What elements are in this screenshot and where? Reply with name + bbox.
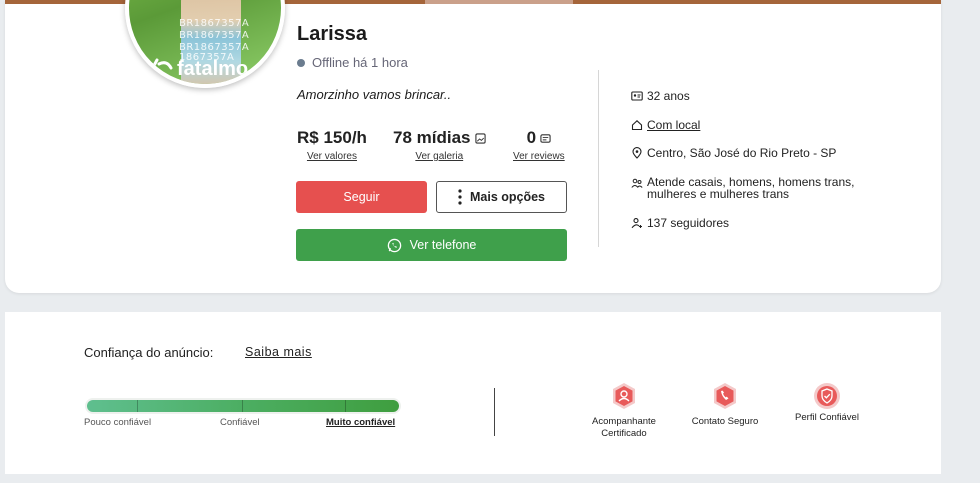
- info-age: 32 anos: [631, 89, 690, 103]
- safe-contact-badge-label: Contato Seguro: [691, 416, 759, 427]
- price-value: R$ 150/h: [297, 128, 367, 147]
- trusted-profile-badge-icon: [814, 383, 840, 409]
- cover-photo: [425, 0, 573, 4]
- brand-logo-icon: [143, 58, 173, 80]
- badge-profile: Perfil Confiável: [777, 382, 877, 424]
- profile-card: BR1867357A BR1867357A BR1867357A 1867357…: [5, 0, 941, 293]
- image-icon: [474, 132, 486, 144]
- more-options-button[interactable]: Mais opções: [436, 181, 567, 213]
- certified-badge-icon: [613, 383, 635, 409]
- trust-level-fill: [87, 400, 399, 412]
- bar-segment: [242, 400, 243, 412]
- reviews-count: 0: [526, 128, 537, 147]
- place-link[interactable]: Com local: [647, 118, 700, 132]
- bar-segment: [137, 400, 138, 412]
- view-phone-button[interactable]: Ver telefone: [296, 229, 567, 261]
- age-text: 32 anos: [647, 89, 690, 103]
- bar-segment: [345, 400, 346, 412]
- review-icon: [540, 133, 551, 143]
- trust-divider: [494, 388, 495, 436]
- people-icon: [631, 178, 643, 188]
- avatar[interactable]: BR1867357A BR1867357A BR1867357A 1867357…: [125, 0, 285, 88]
- profile-bio: Amorzinho vamos brincar..: [297, 87, 452, 102]
- badge-certified: Acompanhante Certificado: [574, 382, 674, 440]
- stat-reviews: 0 Ver reviews: [513, 128, 565, 162]
- location-text: Centro, São José do Rio Preto - SP: [647, 146, 837, 160]
- stat-price: R$ 150/h Ver valores: [297, 128, 367, 162]
- reviews-value: 0: [527, 128, 551, 148]
- followers-text: 137 seguidores: [647, 216, 730, 230]
- followers-icon: [631, 218, 642, 229]
- status-dot-icon: [297, 58, 305, 67]
- info-place[interactable]: Com local: [631, 118, 700, 132]
- trust-level-bar: [85, 398, 401, 414]
- media-value: 78 mídias: [393, 128, 486, 148]
- trusted-profile-badge-label: Perfil Confiável: [795, 412, 859, 423]
- section-divider: [598, 70, 599, 247]
- id-card-icon: [631, 91, 643, 101]
- media-count: 78 mídias: [393, 128, 471, 147]
- watermark-text: BR1867357A: [179, 18, 250, 29]
- whatsapp-icon: [387, 238, 401, 252]
- learn-more-link[interactable]: Saiba mais: [245, 345, 312, 359]
- view-prices-link[interactable]: Ver valores: [307, 151, 357, 162]
- trust-label-low: Pouco confiável: [84, 417, 152, 428]
- view-reviews-link[interactable]: Ver reviews: [513, 151, 565, 162]
- safe-contact-badge-icon: [714, 383, 736, 409]
- online-status: Offline há 1 hora: [297, 55, 408, 70]
- trust-label-high: Muito confiável: [326, 417, 396, 428]
- info-serves: Atende casais, homens, homens trans, mul…: [631, 176, 871, 200]
- more-vertical-icon: [458, 189, 462, 205]
- badge-contact: Contato Seguro: [675, 382, 775, 428]
- info-location: Centro, São José do Rio Preto - SP: [631, 146, 836, 160]
- stat-media: 78 mídias Ver galeria: [393, 128, 486, 162]
- profile-name: Larissa: [297, 23, 368, 45]
- more-options-label: Mais opções: [469, 190, 546, 204]
- trust-title: Confiança do anúncio:: [84, 345, 214, 360]
- info-followers: 137 seguidores: [631, 216, 729, 230]
- home-icon: [631, 120, 643, 131]
- brand-text: fatalmo: [177, 57, 249, 80]
- location-pin-icon: [632, 147, 642, 159]
- trust-card: Confiança do anúncio: Saiba mais Pouco c…: [5, 312, 941, 474]
- trust-label-mid: Confiável: [220, 417, 260, 428]
- status-text: Offline há 1 hora: [312, 55, 408, 70]
- brand-watermark: fatalmo: [143, 56, 248, 82]
- view-phone-label: Ver telefone: [409, 238, 477, 252]
- watermark-text: BR1867357A: [179, 30, 250, 41]
- certified-badge-label: Acompanhante Certificado: [592, 416, 656, 439]
- view-gallery-link[interactable]: Ver galeria: [415, 151, 463, 162]
- serves-text: Atende casais, homens, homens trans, mul…: [647, 175, 855, 201]
- follow-button[interactable]: Seguir: [296, 181, 427, 213]
